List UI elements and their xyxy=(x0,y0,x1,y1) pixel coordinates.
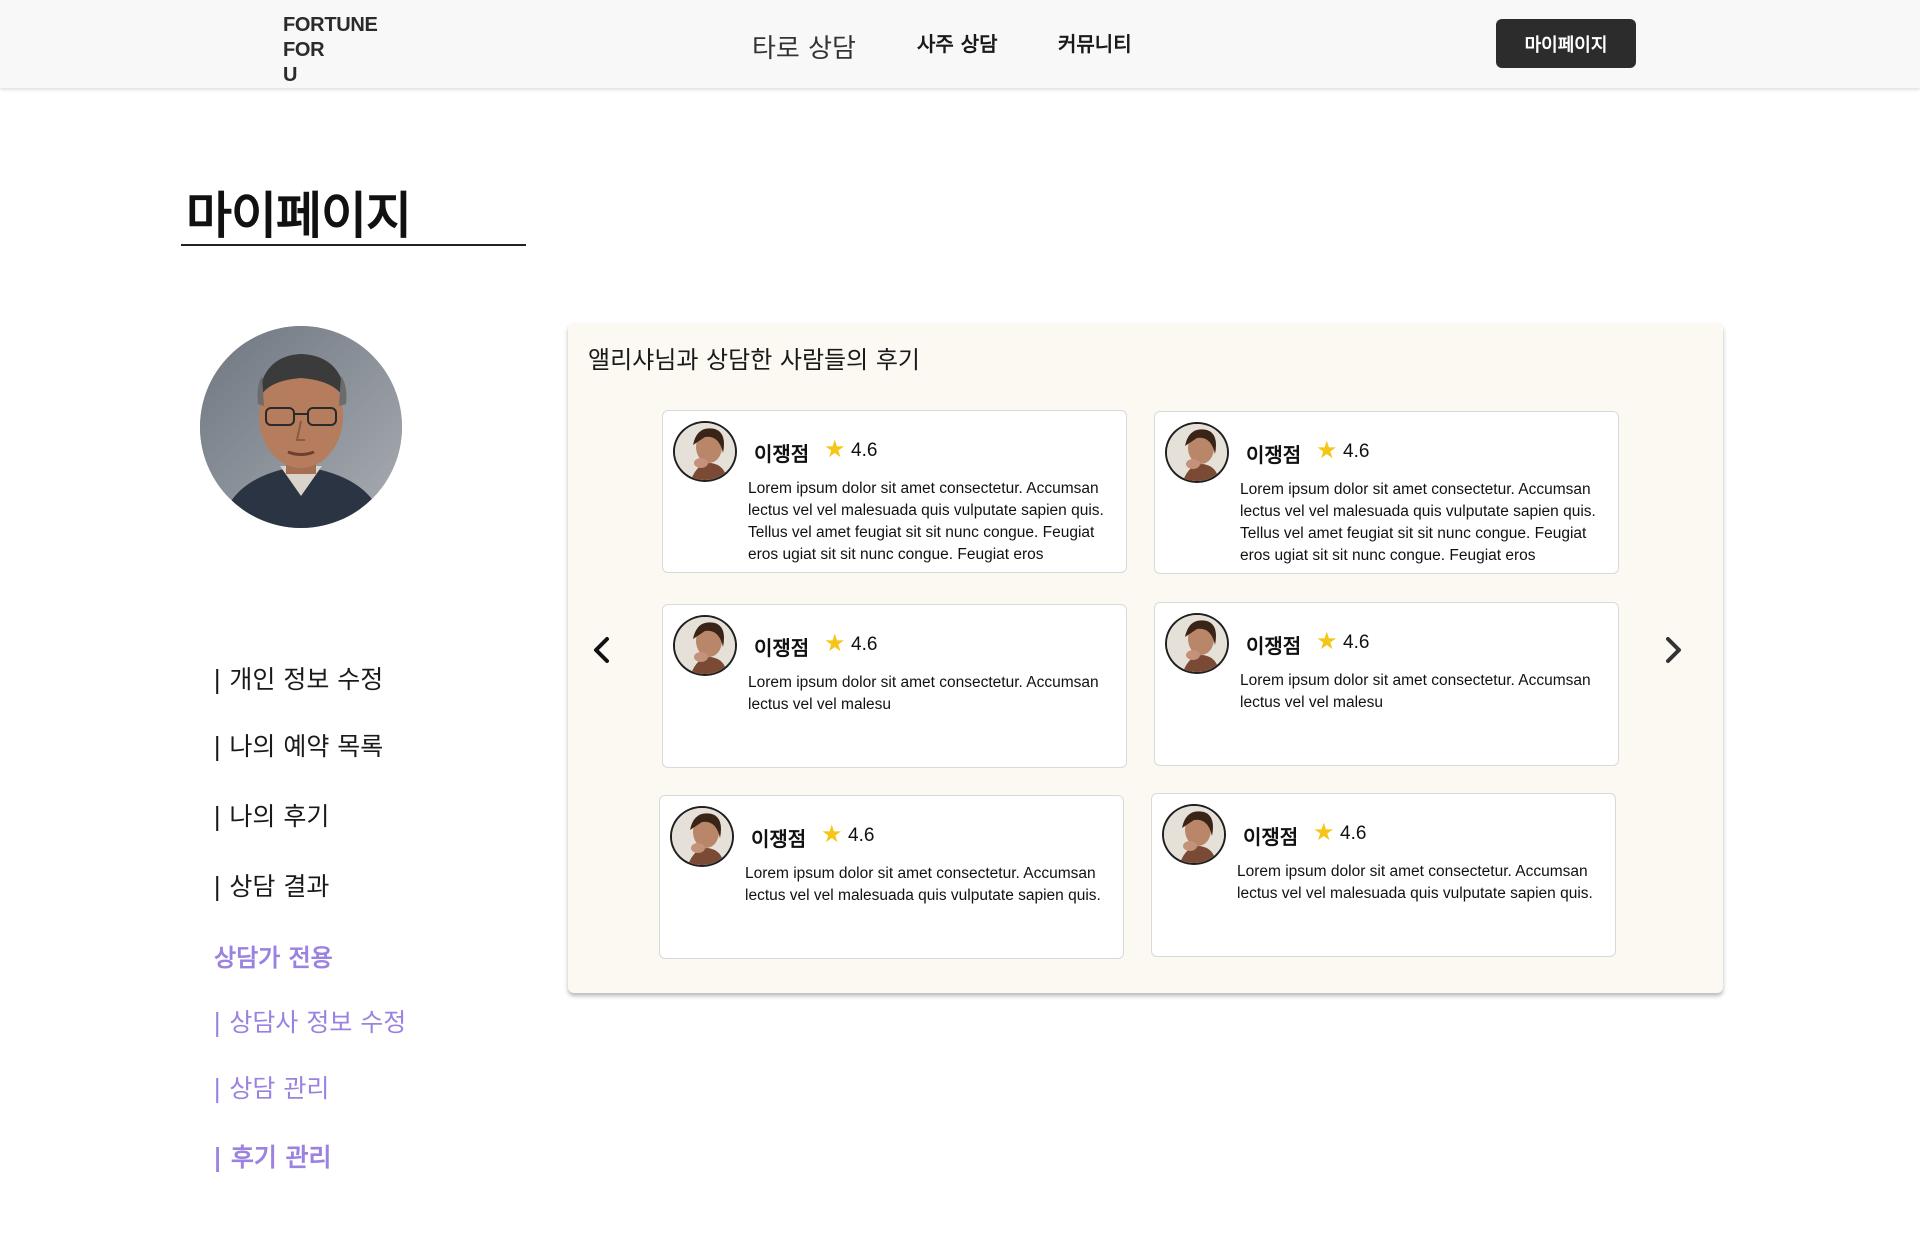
nav-tarot[interactable]: 타로 상담 xyxy=(752,28,856,65)
reviewer-name: 이쟁점 xyxy=(1246,443,1302,467)
review-text: Lorem ipsum dolor sit amet consectetur. … xyxy=(1240,672,1591,711)
review-rating: 4.6 xyxy=(1343,441,1370,462)
star-icon: ★ xyxy=(824,435,846,463)
menu-review-management[interactable]: | 후기 관리 xyxy=(213,1138,332,1174)
menu-my-reservations[interactable]: | 나의 예약 목록 xyxy=(213,727,383,763)
profile-avatar xyxy=(200,326,402,528)
menu-my-reviews[interactable]: | 나의 후기 xyxy=(213,797,329,833)
title-underline xyxy=(181,244,526,246)
menu-edit-personal-info[interactable]: | 개인 정보 수정 xyxy=(213,660,383,696)
reviewer-avatar xyxy=(673,615,737,676)
review-card[interactable]: 이쟁점 ★ 4.6 Lorem ipsum dolor sit amet con… xyxy=(659,795,1124,959)
review-text: Lorem ipsum dolor sit amet consectetur. … xyxy=(1237,863,1593,902)
counselor-only-heading: 상담가 전용 xyxy=(214,944,333,972)
review-rating: 4.6 xyxy=(851,634,878,655)
review-rating: 4.6 xyxy=(1340,823,1367,844)
logo-line-1: FORTUNE xyxy=(283,14,378,36)
chevron-left-icon xyxy=(594,637,609,663)
star-icon: ★ xyxy=(824,629,846,657)
nav-saju[interactable]: 사주 상담 xyxy=(917,28,998,57)
mypage-button[interactable]: 마이페이지 xyxy=(1496,19,1636,68)
review-rating: 4.6 xyxy=(851,440,878,461)
star-icon: ★ xyxy=(1316,627,1338,655)
prev-arrow-button[interactable] xyxy=(582,630,622,670)
review-text: Lorem ipsum dolor sit amet consectetur. … xyxy=(748,674,1099,713)
review-card[interactable]: 이쟁점 ★ 4.6 Lorem ipsum dolor sit amet con… xyxy=(662,604,1127,768)
reviews-panel-title: 앨리샤님과 상담한 사람들의 후기 xyxy=(588,346,921,374)
reviewer-avatar xyxy=(673,421,737,482)
next-arrow-button[interactable] xyxy=(1653,630,1693,670)
review-card[interactable]: 이쟁점 ★ 4.6 Lorem ipsum dolor sit amet con… xyxy=(662,410,1127,573)
reviewer-name: 이쟁점 xyxy=(754,442,810,466)
star-icon: ★ xyxy=(1313,818,1335,846)
reviews-panel: 앨리샤님과 상담한 사람들의 후기 이쟁점 ★ 4.6 Lorem ipsum … xyxy=(568,323,1723,993)
reviewer-avatar xyxy=(1165,613,1229,674)
site-logo[interactable]: FORTUNE FOR U xyxy=(283,13,378,88)
page-title: 마이페이지 xyxy=(186,187,412,245)
menu-consult-results[interactable]: | 상담 결과 xyxy=(213,867,329,903)
reviewer-avatar xyxy=(670,806,734,867)
nav-community[interactable]: 커뮤니티 xyxy=(1058,28,1132,57)
reviewer-name: 이쟁점 xyxy=(1243,825,1299,849)
review-text: Lorem ipsum dolor sit amet consectetur. … xyxy=(1240,481,1596,564)
review-card[interactable]: 이쟁점 ★ 4.6 Lorem ipsum dolor sit amet con… xyxy=(1154,602,1619,766)
review-text: Lorem ipsum dolor sit amet consectetur. … xyxy=(748,480,1104,563)
review-rating: 4.6 xyxy=(848,825,875,846)
reviewer-name: 이쟁점 xyxy=(754,636,810,660)
review-card[interactable]: 이쟁점 ★ 4.6 Lorem ipsum dolor sit amet con… xyxy=(1154,411,1619,574)
review-card[interactable]: 이쟁점 ★ 4.6 Lorem ipsum dolor sit amet con… xyxy=(1151,793,1616,957)
reviewer-avatar xyxy=(1162,804,1226,865)
reviewer-avatar xyxy=(1165,422,1229,483)
logo-line-3: U xyxy=(283,64,298,86)
chevron-right-icon xyxy=(1666,637,1681,663)
menu-edit-counselor-info[interactable]: | 상담사 정보 수정 xyxy=(213,1003,406,1039)
star-icon: ★ xyxy=(1316,436,1338,464)
logo-line-2: FOR xyxy=(283,39,325,61)
menu-consult-management[interactable]: | 상담 관리 xyxy=(213,1069,329,1105)
top-header: FORTUNE FOR U 타로 상담 사주 상담 커뮤니티 마이페이지 xyxy=(0,0,1920,88)
review-text: Lorem ipsum dolor sit amet consectetur. … xyxy=(745,865,1101,904)
profile-photo xyxy=(200,326,402,528)
star-icon: ★ xyxy=(821,820,843,848)
reviewer-name: 이쟁점 xyxy=(751,827,807,851)
reviewer-name: 이쟁점 xyxy=(1246,634,1302,658)
review-rating: 4.6 xyxy=(1343,632,1370,653)
